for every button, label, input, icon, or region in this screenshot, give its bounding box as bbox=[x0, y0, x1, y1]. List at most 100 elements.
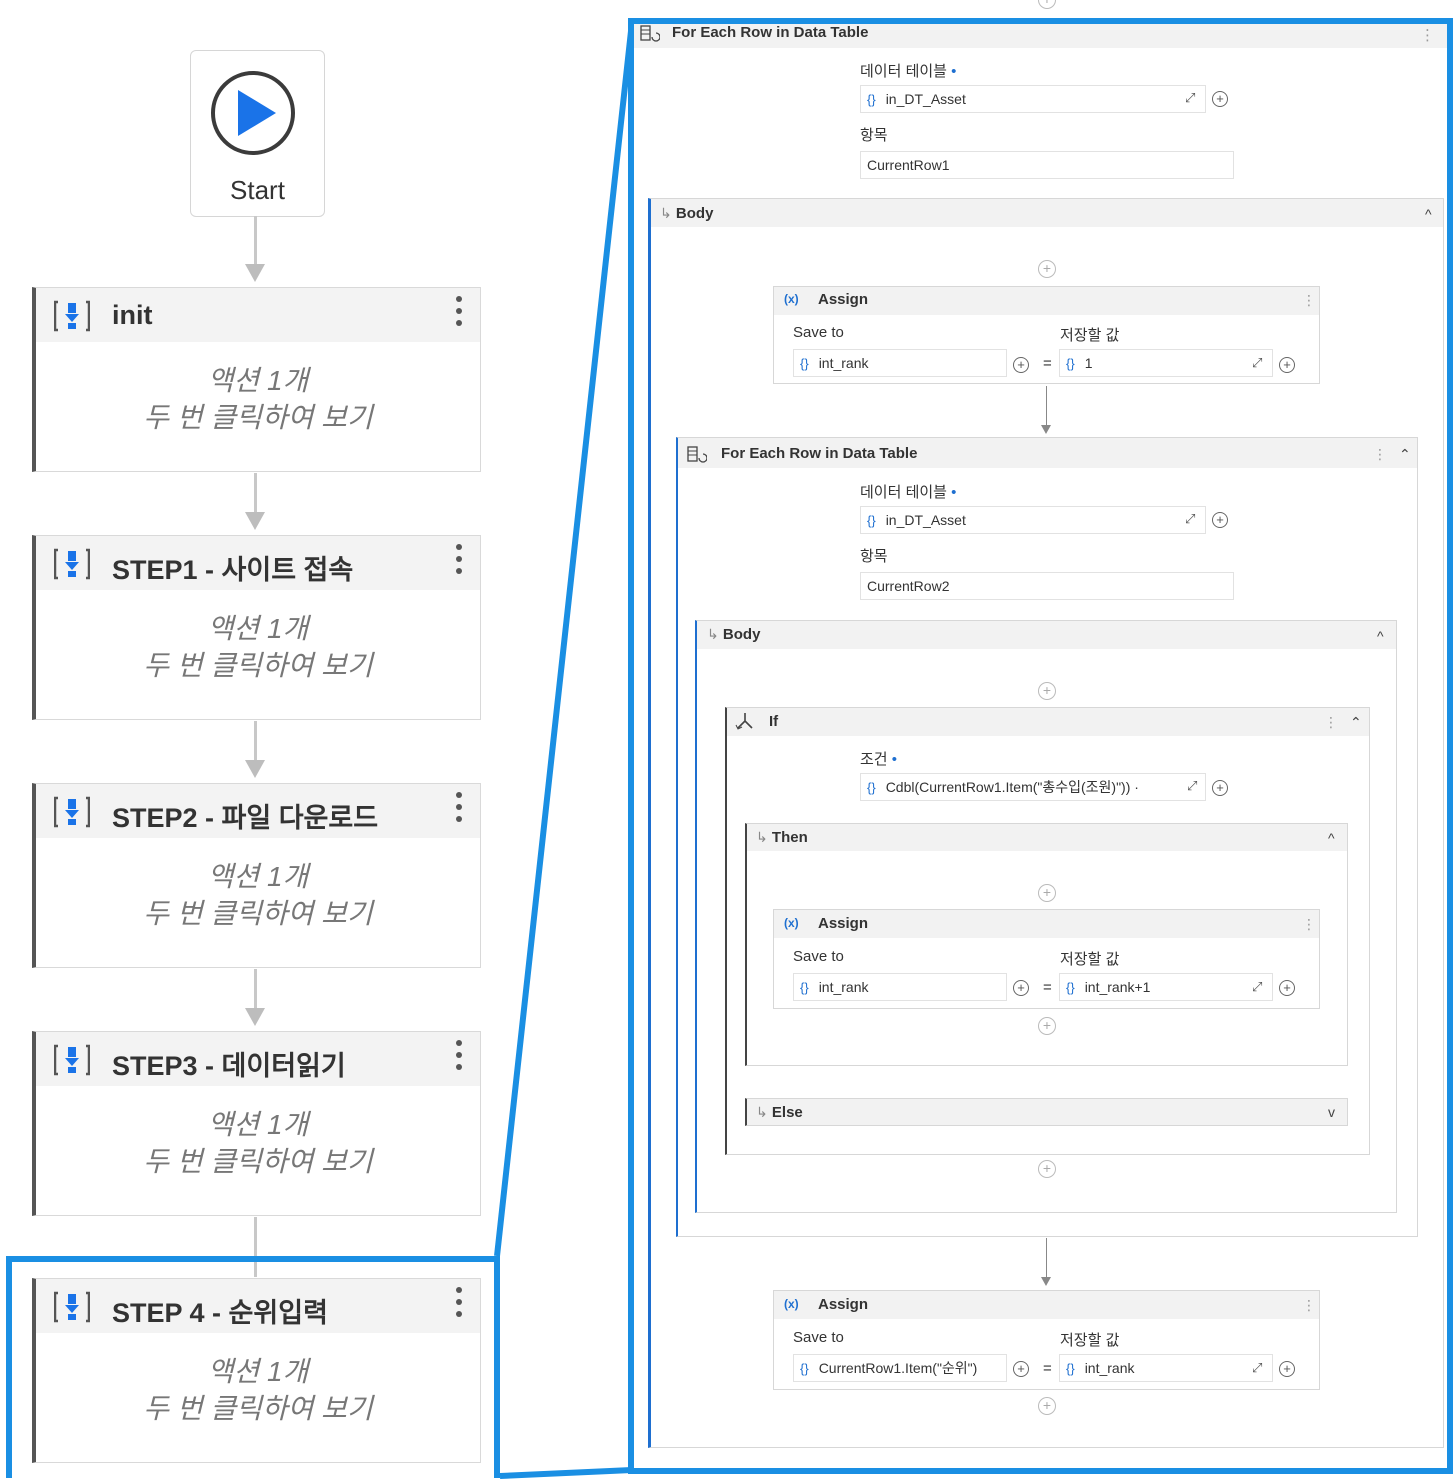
add-variable-icon[interactable]: + bbox=[1212, 512, 1228, 528]
sequence-step2[interactable]: STEP2 - 파일 다운로드 액션 1개 두 번 클릭하여 보기 bbox=[32, 783, 481, 968]
sequence-header: STEP1 - 사이트 접속 bbox=[36, 536, 480, 590]
sequence-header: STEP3 - 데이터읽기 bbox=[36, 1032, 480, 1086]
expression-icon: {} bbox=[1066, 356, 1075, 371]
assign-icon: (x) bbox=[784, 916, 799, 930]
condition-field[interactable]: {} Cdbl(CurrentRow1.Item("총수입(조원)")) · bbox=[860, 773, 1206, 801]
item-field[interactable]: CurrentRow2 bbox=[860, 572, 1234, 600]
sequence-step3[interactable]: STEP3 - 데이터읽기 액션 1개 두 번 클릭하여 보기 bbox=[32, 1031, 481, 1216]
add-variable-icon[interactable]: + bbox=[1279, 357, 1295, 373]
add-variable-icon[interactable]: + bbox=[1013, 357, 1029, 373]
connector bbox=[254, 216, 257, 266]
then-bar[interactable] bbox=[747, 824, 1347, 851]
save-to-label: Save to bbox=[793, 1329, 844, 1346]
save-to-value: CurrentRow1.Item("순위") bbox=[818, 1360, 978, 1376]
sequence-icon bbox=[53, 300, 91, 337]
add-activity-icon[interactable]: + bbox=[1038, 1397, 1056, 1415]
collapse-icon[interactable]: ^ bbox=[1425, 206, 1432, 222]
assign-icon: (x) bbox=[784, 292, 799, 306]
value-field[interactable]: {} int_rank+1 bbox=[1059, 973, 1273, 1001]
else-label-text: Else bbox=[771, 1104, 803, 1121]
value-field[interactable]: {} int_rank bbox=[1059, 1354, 1273, 1382]
more-menu-icon[interactable]: ⋮ bbox=[1324, 714, 1338, 731]
datatable-value: in_DT_Asset bbox=[885, 512, 966, 528]
start-node[interactable]: Start bbox=[190, 50, 325, 217]
add-activity-icon[interactable]: + bbox=[1038, 1160, 1056, 1178]
expand-editor-icon[interactable]: ⤢ bbox=[1252, 1360, 1262, 1376]
more-menu-icon[interactable] bbox=[456, 296, 464, 332]
equals-sign: = bbox=[1043, 355, 1052, 372]
collapse-icon[interactable]: ^ bbox=[1377, 628, 1384, 644]
body-arrow-icon: ↳ bbox=[707, 626, 719, 642]
save-to-field[interactable]: {} int_rank bbox=[793, 973, 1007, 1001]
collapse-icon[interactable]: ^ bbox=[1328, 830, 1335, 846]
collapse-icon[interactable]: ⌃ bbox=[1399, 446, 1411, 463]
expand-editor-icon[interactable]: ⤢ bbox=[1187, 778, 1197, 794]
arrow-head bbox=[245, 512, 265, 530]
value-field[interactable]: {} 1 bbox=[1059, 349, 1273, 377]
add-activity-icon[interactable]: + bbox=[1038, 1017, 1056, 1035]
inner-loop-title: For Each Row in Data Table bbox=[721, 445, 918, 462]
save-to-field[interactable]: {} CurrentRow1.Item("순위") bbox=[793, 1354, 1007, 1382]
if-title: If bbox=[769, 713, 779, 730]
connector bbox=[254, 473, 257, 513]
start-icon bbox=[211, 71, 295, 155]
expression-icon: {} bbox=[867, 780, 876, 795]
add-activity-icon[interactable]: + bbox=[1038, 0, 1056, 9]
more-menu-icon[interactable]: ⋮ bbox=[1302, 292, 1316, 309]
sequence-title: STEP1 - 사이트 접속 bbox=[112, 555, 354, 585]
condition-label-text: 조건 bbox=[860, 751, 888, 768]
add-variable-icon[interactable]: + bbox=[1013, 980, 1029, 996]
add-variable-icon[interactable]: + bbox=[1279, 1361, 1295, 1377]
inner-body-label: ↳ Body bbox=[707, 626, 760, 643]
item-field[interactable]: CurrentRow1 bbox=[860, 151, 1234, 179]
value-label: 저장할 값 bbox=[1060, 327, 1120, 344]
outer-loop-title: For Each Row in Data Table bbox=[672, 24, 869, 41]
outer-body-bar[interactable] bbox=[651, 199, 1443, 227]
sequence-header: init bbox=[36, 288, 480, 342]
expand-editor-icon[interactable]: ⤢ bbox=[1252, 355, 1262, 371]
inner-body-bar[interactable] bbox=[697, 621, 1396, 649]
more-menu-icon[interactable]: ⋮ bbox=[1302, 1297, 1316, 1314]
sequence-init[interactable]: init 액션 1개 두 번 클릭하여 보기 bbox=[32, 287, 481, 472]
add-variable-icon[interactable]: + bbox=[1013, 1361, 1029, 1377]
add-variable-icon[interactable]: + bbox=[1212, 91, 1228, 107]
sequence-icon bbox=[53, 796, 91, 833]
add-activity-icon[interactable]: + bbox=[1038, 260, 1056, 278]
expression-icon: {} bbox=[1066, 1361, 1075, 1376]
more-menu-icon[interactable]: ⋮ bbox=[1302, 916, 1316, 933]
sequence-title: STEP2 - 파일 다운로드 bbox=[112, 803, 379, 833]
more-menu-icon[interactable] bbox=[456, 544, 464, 580]
condition-value: Cdbl(CurrentRow1.Item("총수입(조원)")) · bbox=[885, 779, 1139, 795]
save-to-field[interactable]: {} int_rank bbox=[793, 349, 1007, 377]
required-marker: • bbox=[951, 484, 957, 501]
action-count: 액션 1개 bbox=[207, 613, 309, 644]
add-activity-icon[interactable]: + bbox=[1038, 884, 1056, 902]
double-click-hint: 두 번 클릭하여 보기 bbox=[143, 1146, 373, 1177]
sequence-summary: 액션 1개 두 번 클릭하여 보기 bbox=[36, 858, 480, 932]
more-menu-icon[interactable]: ⋮ bbox=[1420, 26, 1435, 44]
expand-editor-icon[interactable]: ⤢ bbox=[1252, 979, 1262, 995]
action-count: 액션 1개 bbox=[207, 861, 309, 892]
expand-icon[interactable]: v bbox=[1328, 1104, 1335, 1120]
expression-icon: {} bbox=[800, 356, 809, 371]
more-menu-icon[interactable]: ⋮ bbox=[1373, 446, 1387, 463]
foreach-icon bbox=[640, 25, 661, 48]
datatable-field[interactable]: {} in_DT_Asset bbox=[860, 85, 1206, 113]
sequence-step1[interactable]: STEP1 - 사이트 접속 액션 1개 두 번 클릭하여 보기 bbox=[32, 535, 481, 720]
more-menu-icon[interactable] bbox=[456, 792, 464, 828]
body-label-text: Body bbox=[675, 205, 714, 222]
add-activity-icon[interactable]: + bbox=[1038, 682, 1056, 700]
assign-icon: (x) bbox=[784, 1297, 799, 1311]
assign-title: Assign bbox=[818, 291, 869, 308]
flow-arrow-head bbox=[1041, 1277, 1051, 1286]
datatable-field[interactable]: {} in_DT_Asset bbox=[860, 506, 1206, 534]
add-variable-icon[interactable]: + bbox=[1279, 980, 1295, 996]
expand-editor-icon[interactable]: ⤢ bbox=[1185, 511, 1195, 527]
add-variable-icon[interactable]: + bbox=[1212, 780, 1228, 796]
assign-title: Assign bbox=[818, 1296, 869, 1313]
collapse-icon[interactable]: ⌃ bbox=[1350, 714, 1362, 731]
more-menu-icon[interactable] bbox=[456, 1040, 464, 1076]
sequence-title: init bbox=[112, 300, 153, 330]
flow-line bbox=[1046, 1238, 1047, 1278]
expand-editor-icon[interactable]: ⤢ bbox=[1185, 90, 1195, 106]
